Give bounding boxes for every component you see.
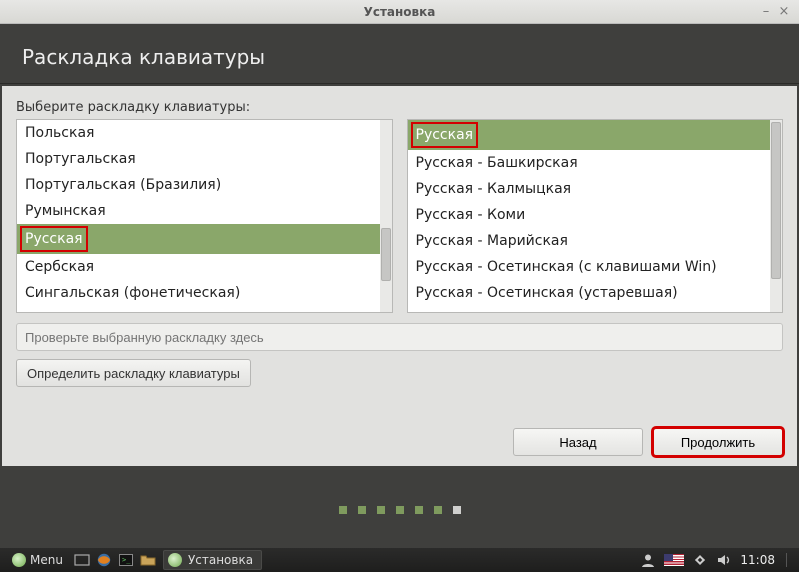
layout-variant-list[interactable]: РусскаяРусская - БашкирскаяРусская - Кал… <box>407 119 784 313</box>
progress-dot <box>434 506 442 514</box>
taskbar-edge <box>786 553 789 567</box>
back-button[interactable]: Назад <box>513 428 643 456</box>
list-item[interactable]: Сингальская (фонетическая) <box>17 280 380 306</box>
taskbar-item-label: Установка <box>188 553 253 567</box>
installer-app-icon <box>168 553 182 567</box>
progress-dot <box>453 506 461 514</box>
terminal-icon[interactable]: >_ <box>115 550 137 570</box>
scrollbar-thumb[interactable] <box>381 228 391 282</box>
close-icon[interactable]: × <box>775 4 793 19</box>
firefox-icon[interactable] <box>93 550 115 570</box>
mint-logo-icon <box>12 553 26 567</box>
scrollbar-thumb[interactable] <box>771 122 781 279</box>
list-item[interactable]: Румынская <box>17 198 380 224</box>
nav-button-row: Назад Продолжить <box>513 428 783 456</box>
list-item[interactable]: Португальская <box>17 146 380 172</box>
list-item[interactable]: Русская - Коми <box>408 202 771 228</box>
list-item[interactable]: Русская <box>17 224 380 254</box>
files-icon[interactable] <box>137 550 159 570</box>
volume-icon[interactable] <box>716 552 732 568</box>
clock[interactable]: 11:08 <box>740 553 775 567</box>
list-item[interactable]: Русская - Осетинская (с клавишами Win) <box>408 254 771 280</box>
list-item[interactable]: Русская - Марийская <box>408 228 771 254</box>
layout-language-list[interactable]: ПольскаяПортугальскаяПортугальская (Браз… <box>16 119 393 313</box>
prompt-label: Выберите раскладку клавиатуры: <box>16 100 783 115</box>
detect-layout-button[interactable]: Определить раскладку клавиатуры <box>16 359 251 387</box>
main-panel: Выберите раскладку клавиатуры: ПольскаяП… <box>2 86 797 466</box>
scrollbar[interactable] <box>770 120 782 312</box>
progress-dot <box>415 506 423 514</box>
svg-text:>_: >_ <box>122 556 131 564</box>
list-item[interactable]: Русская - Русская (DOS) <box>408 306 771 312</box>
window-title: Установка <box>0 5 799 19</box>
window-titlebar: Установка – × <box>0 0 799 24</box>
scrollbar[interactable] <box>380 120 392 312</box>
page-title: Раскладка клавиатуры <box>22 45 265 69</box>
list-item[interactable]: Русская - Башкирская <box>408 150 771 176</box>
progress-dots <box>0 470 799 550</box>
test-layout-input[interactable] <box>16 323 783 351</box>
system-tray: 11:08 <box>640 552 795 568</box>
user-icon[interactable] <box>640 552 656 568</box>
list-item[interactable]: Сербская <box>17 254 380 280</box>
installer-step-header: Раскладка клавиатуры <box>0 24 799 84</box>
show-desktop-icon[interactable] <box>71 550 93 570</box>
list-item[interactable]: Русская - Калмыцкая <box>408 176 771 202</box>
progress-dot <box>396 506 404 514</box>
list-item[interactable]: Португальская (Бразилия) <box>17 172 380 198</box>
minimize-icon[interactable]: – <box>757 4 775 19</box>
taskbar: Menu >_ Установка 11:08 <box>0 548 799 572</box>
list-item[interactable]: Польская <box>17 120 380 146</box>
network-icon[interactable] <box>692 552 708 568</box>
progress-dot <box>339 506 347 514</box>
list-item[interactable]: Русская <box>408 120 771 150</box>
progress-dot <box>377 506 385 514</box>
menu-button[interactable]: Menu <box>4 553 71 567</box>
continue-button[interactable]: Продолжить <box>653 428 783 456</box>
menu-label: Menu <box>30 553 63 567</box>
keyboard-layout-flag-icon[interactable] <box>664 554 684 566</box>
taskbar-item-installer[interactable]: Установка <box>163 550 262 570</box>
progress-dot <box>358 506 366 514</box>
list-item[interactable]: Русская - Осетинская (устаревшая) <box>408 280 771 306</box>
list-item[interactable]: Словацкая <box>17 306 380 312</box>
